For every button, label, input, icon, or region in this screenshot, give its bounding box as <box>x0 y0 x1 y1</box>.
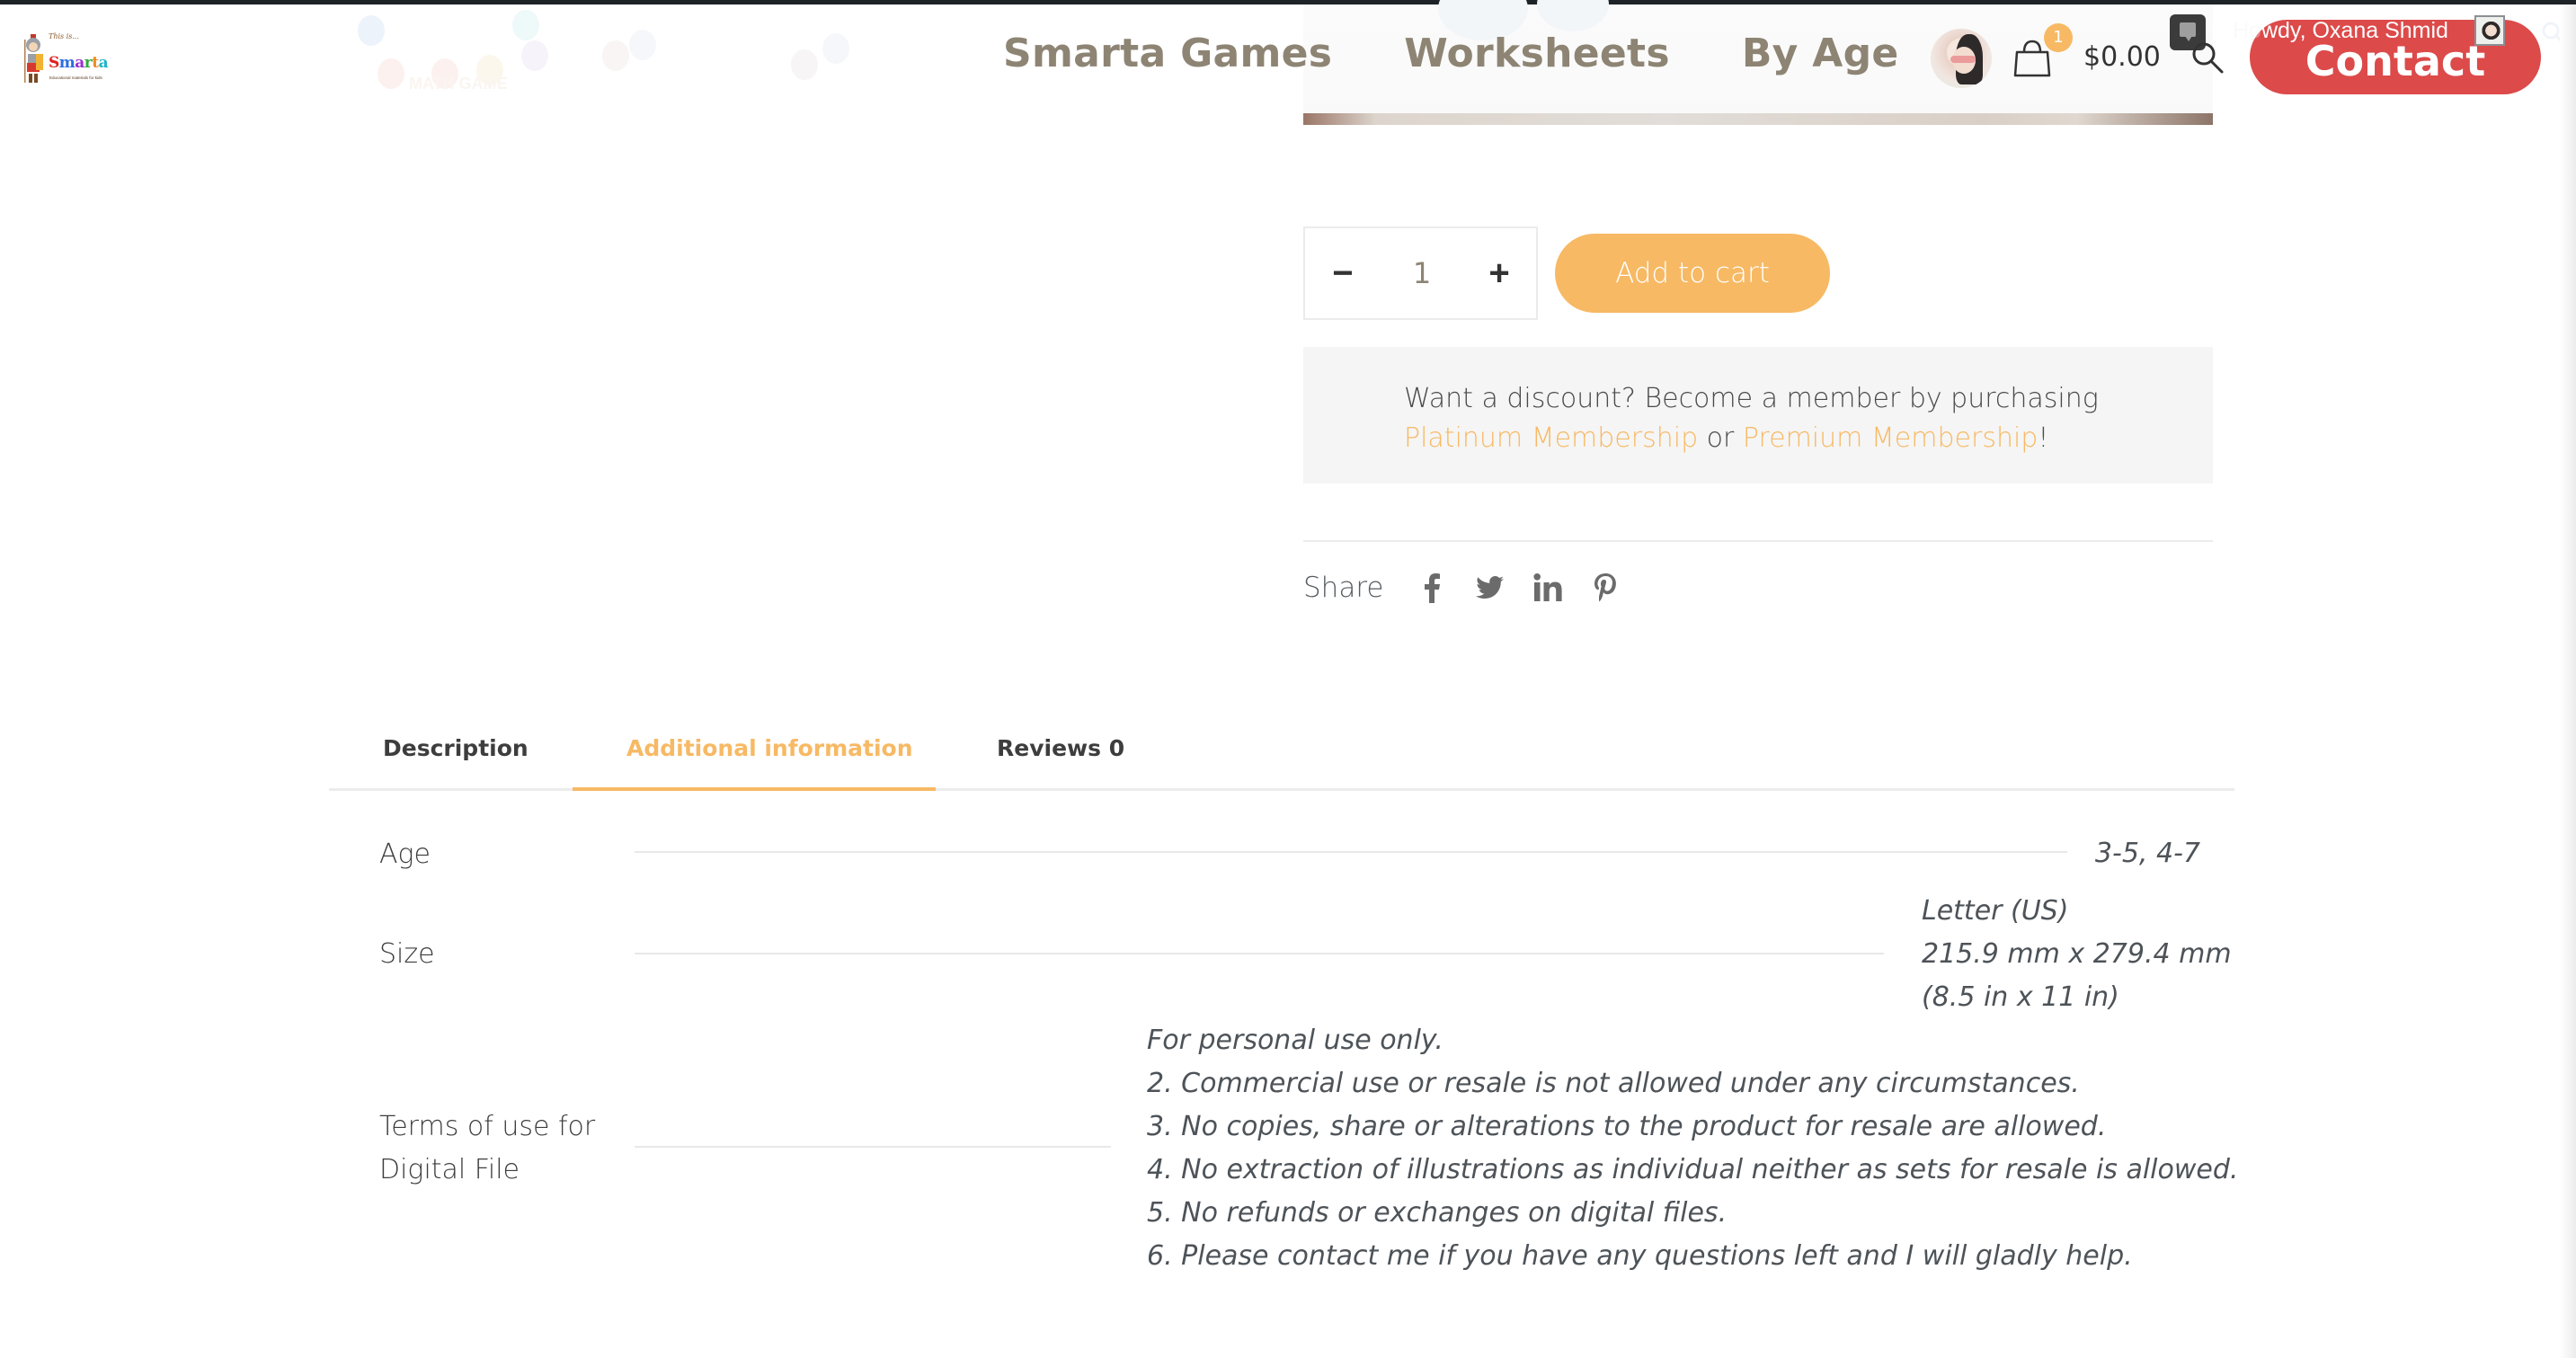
premium-membership-link[interactable]: Premium Membership <box>1743 422 2038 454</box>
attribute-value: Letter (US) <box>1922 895 2069 927</box>
tab-additional-information[interactable]: Additional information <box>626 735 913 761</box>
attribute-value: 5. No refunds or exchanges on digital fi… <box>1147 1197 1728 1229</box>
nav-item-worksheets[interactable]: Worksheets <box>1404 31 1670 76</box>
share-row: Share <box>1303 572 1648 604</box>
logo-word: Smarta <box>49 54 109 72</box>
attribute-value: 6. Please contact me if you have any que… <box>1147 1240 2133 1272</box>
cart-total[interactable]: $0.00 <box>2083 41 2161 73</box>
admin-user-avatar[interactable] <box>2474 15 2505 46</box>
logo-letter: t <box>92 54 99 72</box>
discount-message: Want a discount? Become a member by purc… <box>1404 383 2099 414</box>
logo-letter: r <box>84 54 93 72</box>
pinterest-icon[interactable] <box>1590 572 1621 603</box>
product-image-bottom <box>1303 113 2213 125</box>
attribute-value: For personal use only. <box>1147 1025 1443 1056</box>
discount-suffix: ! <box>2038 422 2049 454</box>
attribute-leader-line <box>635 851 2067 853</box>
quantity-input[interactable] <box>1386 250 1458 297</box>
discount-or: or <box>1698 422 1743 454</box>
attribute-label: Digital File <box>379 1154 520 1185</box>
page-scrollbar[interactable] <box>2560 4 2576 1358</box>
quantity-increase-button[interactable]: + <box>1479 253 1519 293</box>
attribute-value: 3. No copies, share or alterations to th… <box>1147 1111 2107 1142</box>
facebook-icon[interactable] <box>1417 572 1448 603</box>
twitter-icon[interactable] <box>1475 572 1506 603</box>
logo-prefix: This is... <box>49 32 79 40</box>
discount-text: Want a discount? Become a member by purc… <box>1404 379 2195 458</box>
attribute-label: Age <box>379 839 431 870</box>
attribute-value: 215.9 mm x 279.4 mm <box>1922 938 2232 970</box>
tab-reviews[interactable]: Reviews 0 <box>997 735 1124 761</box>
cart-count-badge: 1 <box>2044 23 2073 52</box>
membership-discount-notice: Want a discount? Become a member by purc… <box>1303 347 2213 484</box>
attribute-leader-line <box>635 953 1884 954</box>
attribute-label: Terms of use for <box>379 1111 596 1142</box>
logo-letter: a <box>98 54 109 72</box>
admin-howdy-user[interactable]: Howdy, Oxana Shmid <box>2233 18 2448 44</box>
attribute-leader-line <box>635 1146 1111 1148</box>
quantity-stepper: − + <box>1303 226 1538 320</box>
attribute-value: 2. Commercial use or resale is not allow… <box>1147 1068 2080 1099</box>
tab-description[interactable]: Description <box>383 735 529 761</box>
active-tab-indicator <box>573 787 936 791</box>
platinum-membership-link[interactable]: Platinum Membership <box>1404 422 1698 454</box>
share-label: Share <box>1303 572 1384 604</box>
quantity-decrease-button[interactable]: − <box>1323 253 1363 293</box>
add-to-cart-button[interactable]: Add to cart <box>1555 234 1830 313</box>
main-nav: Smarta Games Worksheets By Age <box>1003 31 1899 76</box>
share-divider <box>1303 540 2213 542</box>
nav-item-by-age[interactable]: By Age <box>1742 31 1899 76</box>
logo-letter: a <box>75 54 84 72</box>
site-logo[interactable]: This is... Smarta Educational materials … <box>23 29 117 84</box>
account-avatar[interactable] <box>1931 29 1992 88</box>
attribute-label: Size <box>379 938 435 970</box>
product-tabs: Description Additional information Revie… <box>329 719 2234 791</box>
background-caption: MATH GAME <box>409 75 508 93</box>
linkedin-icon[interactable] <box>1532 572 1563 603</box>
attribute-value: 4. No extraction of illustrations as ind… <box>1147 1154 2239 1185</box>
logo-letter: S <box>49 54 59 72</box>
attribute-value: 3-5, 4-7 <box>2094 838 2200 869</box>
logo-tagline: Educational materials for kids <box>49 75 102 80</box>
nav-item-smarta-games[interactable]: Smarta Games <box>1003 31 1332 76</box>
logo-letter: m <box>58 54 76 72</box>
search-icon[interactable] <box>2190 40 2225 75</box>
attribute-value: (8.5 in x 11 in) <box>1922 981 2119 1013</box>
knight-mascot-icon <box>24 34 43 83</box>
